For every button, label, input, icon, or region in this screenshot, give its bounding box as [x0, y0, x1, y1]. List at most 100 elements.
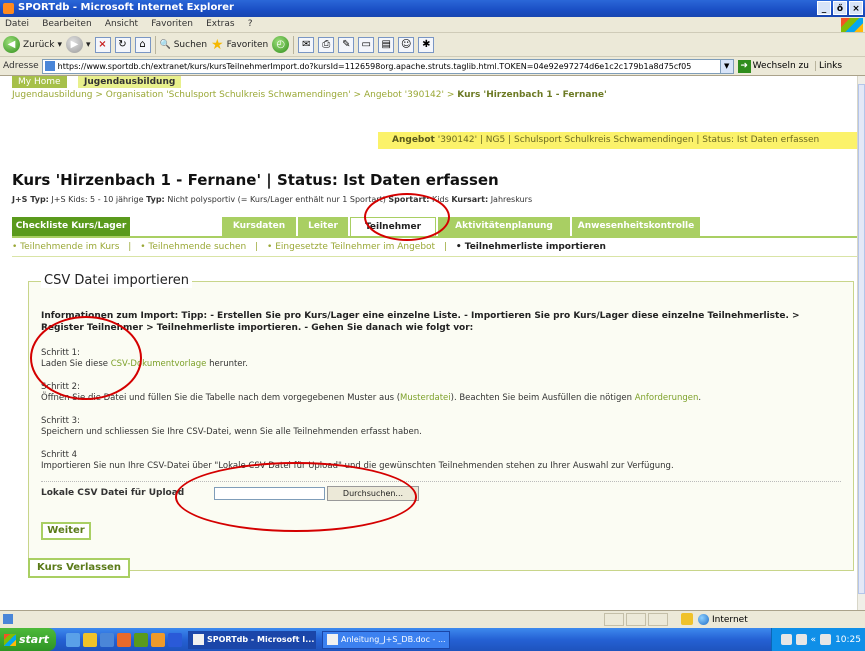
menu-datei[interactable]: Datei	[0, 17, 34, 31]
nav-my-home[interactable]: My Home	[12, 76, 67, 88]
excel-icon[interactable]	[134, 632, 148, 647]
subnav-teilnehmerliste-importieren[interactable]: • Teilnehmerliste importieren	[456, 242, 606, 252]
task-sportdb[interactable]: SPORTdb - Microsoft I...	[188, 630, 316, 649]
csv-file-input[interactable]	[214, 487, 325, 500]
step-title: Schritt 3:	[41, 416, 80, 426]
subnav-teilnehmende-im-kurs[interactable]: • Teilnehmende im Kurs	[12, 242, 119, 252]
maximize-button[interactable]: ő	[833, 1, 847, 15]
close-button[interactable]: ×	[849, 1, 863, 15]
tray-help-icon[interactable]	[780, 634, 792, 645]
tab-anwesenheitskontrolle[interactable]: Anwesenheitskontrolle	[572, 217, 700, 236]
csv-import-panel: CSV Datei importieren Informationen zum …	[28, 273, 854, 571]
chevron-down-icon[interactable]: ▼	[719, 59, 733, 73]
sample-file-link[interactable]: Musterdatei	[400, 393, 451, 403]
csv-template-link[interactable]: CSV-Dokumentvorlage	[111, 359, 207, 369]
menu-bearbeiten[interactable]: Bearbeiten	[37, 17, 96, 31]
stop-icon[interactable]: ×	[94, 36, 111, 53]
subnav-separator: |	[128, 242, 132, 252]
mail-icon[interactable]: ✉	[298, 36, 315, 53]
tab-kursdaten[interactable]: Kursdaten	[222, 217, 296, 236]
subnav-separator: |	[255, 242, 259, 252]
step-text-part: ). Beachten Sie beim Ausfüllen die nötig…	[450, 393, 635, 403]
subnav-divider	[12, 256, 857, 257]
refresh-icon[interactable]: ↻	[114, 36, 131, 53]
search-button[interactable]: 🔍 Suchen	[160, 40, 208, 50]
meta-label: Typ:	[146, 195, 165, 204]
step-3: Schritt 3: Speichern und schliessen Sie …	[41, 416, 841, 438]
breadcrumb-jugendausbildung[interactable]: Jugendausbildung	[12, 90, 92, 100]
start-button[interactable]: start	[0, 628, 56, 651]
go-button[interactable]: ➜ Wechseln zu	[737, 59, 809, 73]
menu-favoriten[interactable]: Favoriten	[146, 17, 198, 31]
breadcrumb-current: Kurs 'Hirzenbach 1 - Fernane'	[457, 90, 607, 100]
status-cell	[648, 613, 668, 626]
breadcrumb-angebot[interactable]: Angebot '390142'	[364, 90, 444, 100]
subnav-eingesetzte-teilnehmer[interactable]: • Eingesetzte Teilnehmer im Angebot	[267, 242, 435, 252]
menu-ansicht[interactable]: Ansicht	[100, 17, 143, 31]
upload-row: Lokale CSV Datei für Upload Durchsuchen.…	[41, 481, 841, 501]
windows-logo-icon	[4, 633, 16, 646]
tab-aktivitaetenplanung[interactable]: Aktivitätenplanung	[438, 217, 570, 236]
favorites-label: Favoriten	[226, 39, 269, 50]
star-icon: ★	[211, 36, 224, 53]
task-label: Anleitung_J+S_DB.doc - ...	[341, 635, 446, 644]
tray-volume-icon[interactable]	[820, 634, 832, 645]
print-icon[interactable]: ⎙	[318, 36, 335, 53]
desktop-icon[interactable]	[66, 632, 80, 647]
vertical-scrollbar[interactable]	[857, 76, 865, 610]
explorer-icon[interactable]	[83, 632, 97, 647]
step-text: Laden Sie diese CSV-Dokumentvorlage heru…	[41, 359, 841, 370]
zone-label: Internet	[712, 614, 748, 625]
globe-icon	[698, 614, 709, 625]
scrollbar-thumb[interactable]	[858, 84, 865, 594]
ie-icon	[3, 3, 14, 14]
page-viewport: My Home Jugendausbildung Jugendausbildun…	[0, 76, 857, 610]
breadcrumb-organisation[interactable]: Organisation 'Schulsport Schulkreis Schw…	[106, 90, 351, 100]
edit-icon[interactable]: ✎	[338, 36, 355, 53]
address-bar: Adresse https://www.sportdb.ch/extranet/…	[0, 57, 865, 76]
status-cells	[604, 613, 668, 626]
home-icon[interactable]: ⌂	[134, 36, 151, 53]
browse-button[interactable]: Durchsuchen...	[327, 486, 419, 501]
meta-value: J+S Kids: 5 - 10 jährige	[51, 195, 144, 204]
word-task-icon	[327, 634, 338, 645]
folder-icon[interactable]: ▭	[358, 36, 375, 53]
search-icon: 🔍	[159, 39, 171, 50]
top-navigation: My Home Jugendausbildung	[0, 76, 857, 88]
tray-network-icon[interactable]	[795, 634, 807, 645]
address-input[interactable]: https://www.sportdb.ch/extranet/kurs/kur…	[41, 58, 734, 74]
meta-label: Kursart:	[451, 195, 489, 204]
minimize-button[interactable]: _	[817, 1, 831, 15]
menu-help[interactable]: ?	[243, 17, 258, 31]
menu-extras[interactable]: Extras	[201, 17, 239, 31]
task-word-doc[interactable]: Anleitung_J+S_DB.doc - ...	[322, 630, 450, 649]
back-button[interactable]: ◀ Zurück ▾	[3, 36, 62, 53]
chevron-down-icon: ▾	[85, 39, 91, 50]
tools-icon[interactable]: ✱	[418, 36, 435, 53]
step-4: Schritt 4 Importieren Sie nun Ihre CSV-D…	[41, 450, 841, 472]
step-title: Schritt 4	[41, 450, 78, 460]
word-icon[interactable]	[168, 632, 182, 647]
links-button[interactable]: Links	[814, 61, 842, 71]
nav-jugendausbildung[interactable]: Jugendausbildung	[78, 76, 182, 88]
favorites-button[interactable]: ★ Favoriten	[211, 37, 268, 53]
leave-course-button[interactable]: Kurs Verlassen	[28, 558, 130, 578]
subnav-teilnehmende-suchen[interactable]: • Teilnehmende suchen	[140, 242, 246, 252]
forward-button[interactable]: ▶ ▾	[65, 36, 91, 53]
outlook-icon[interactable]	[151, 632, 165, 647]
import-info-text: Informationen zum Import: Tipp: - Erstel…	[41, 311, 800, 333]
tray-expand-icon[interactable]: «	[811, 635, 817, 645]
tab-leiter[interactable]: Leiter	[298, 217, 348, 236]
research-icon[interactable]: ▤	[378, 36, 395, 53]
step-text-part: .	[698, 393, 702, 403]
history-icon[interactable]: ◴	[272, 36, 290, 53]
requirements-link[interactable]: Anforderungen	[635, 393, 699, 403]
tab-checkliste[interactable]: Checkliste Kurs/Lager	[12, 217, 130, 236]
course-meta: J+S Typ: J+S Kids: 5 - 10 jährige Typ: N…	[12, 195, 532, 204]
ie-quicklaunch-icon[interactable]	[100, 632, 114, 647]
next-button[interactable]: Weiter	[41, 522, 91, 540]
app-icon[interactable]	[117, 632, 131, 647]
tab-teilnehmer[interactable]: Teilnehmer	[350, 217, 436, 236]
back-arrow-icon: ◀	[3, 36, 20, 53]
messenger-icon[interactable]: ☺	[398, 36, 415, 53]
